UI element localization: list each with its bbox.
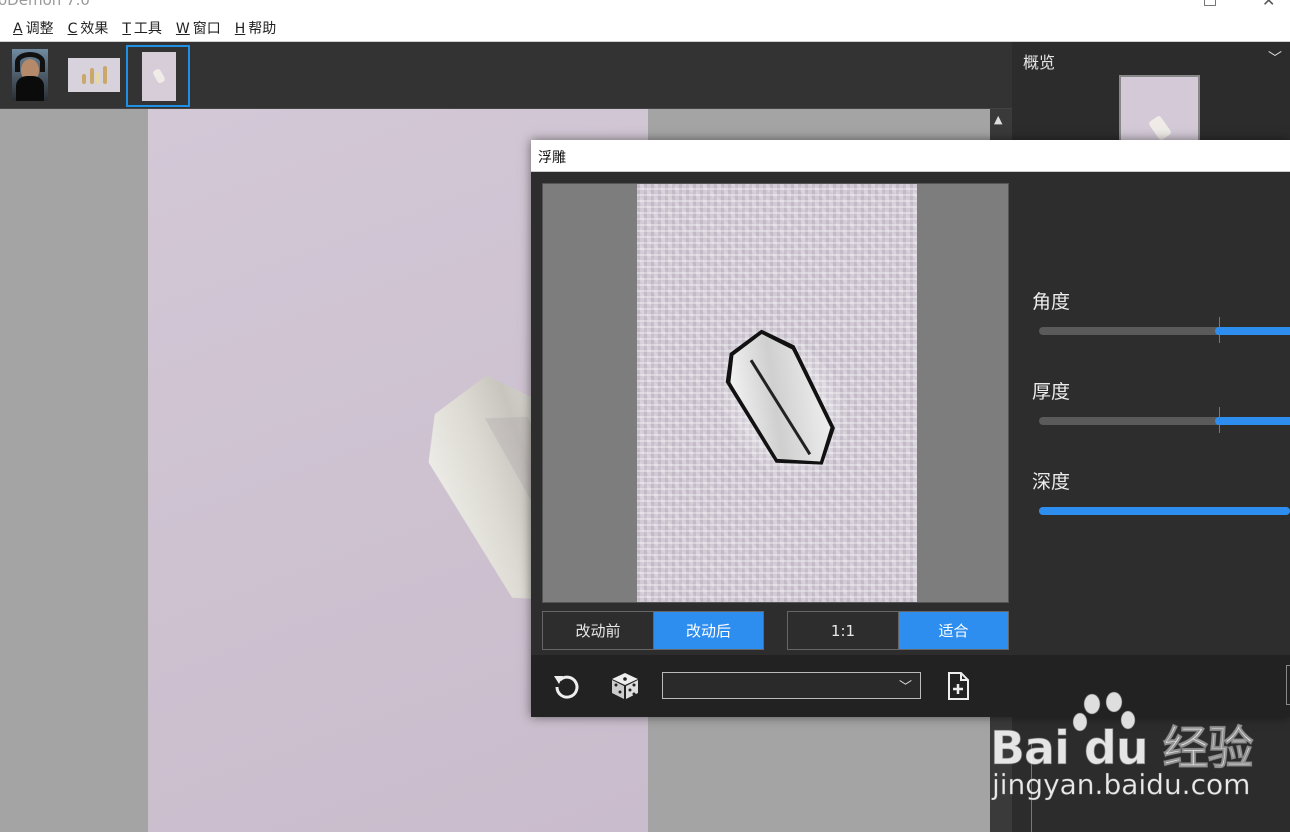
zoom-toggle: 1:1 适合 [787, 611, 1009, 650]
close-window-button[interactable]: ✕ [1262, 0, 1275, 10]
preset-dropdown[interactable]: ﹀ [662, 672, 921, 699]
overview-title: 概览 [1023, 53, 1056, 72]
thumbnail-shelf[interactable] [68, 58, 120, 92]
panel-divider [1031, 742, 1032, 832]
app-title: oDemon 7.0 [0, 0, 90, 9]
chevron-down-icon[interactable]: ﹀ [1268, 48, 1282, 68]
dialog-title: 浮雕 [538, 150, 566, 166]
overview-thumbnail[interactable] [1119, 75, 1200, 145]
before-button[interactable]: 改动前 [543, 612, 653, 649]
thumbnail-portrait[interactable] [12, 49, 48, 101]
emboss-dialog: 浮雕 改动前 改动后 1:1 适合 角度 厚度 深度 ﹀ [531, 140, 1290, 717]
thumbnail-crystal-selected[interactable] [126, 45, 190, 107]
menu-tools[interactable]: T 工具 [122, 18, 162, 38]
after-button[interactable]: 改动后 [653, 612, 763, 649]
angle-slider[interactable] [1039, 317, 1290, 343]
angle-slider-tick [1219, 317, 1220, 343]
zoom-fit-button[interactable]: 适合 [898, 612, 1008, 649]
thickness-slider-tick [1219, 407, 1220, 433]
before-after-toggle: 改动前 改动后 [542, 611, 764, 650]
menu-adjust[interactable]: A 调整 [13, 18, 54, 38]
reset-icon[interactable] [549, 669, 585, 703]
menu-help[interactable]: H 帮助 [235, 18, 277, 38]
thickness-slider-fill [1214, 417, 1290, 425]
menu-bar: A 调整 C 效果 T 工具 W 窗口 H 帮助 [0, 14, 1290, 42]
image-thumbnail-strip [0, 42, 1012, 109]
ok-button-partial[interactable] [1286, 665, 1290, 705]
thickness-slider[interactable] [1039, 407, 1290, 433]
new-file-icon[interactable] [940, 669, 976, 703]
depth-label: 深度 [1032, 471, 1071, 493]
title-bar: oDemon 7.0 ✕ [0, 0, 1290, 14]
dialog-toolbar: ﹀ [531, 655, 1290, 717]
depth-slider[interactable] [1039, 507, 1290, 515]
chevron-down-icon: ﹀ [898, 680, 912, 695]
angle-slider-fill [1214, 327, 1290, 335]
effect-preview[interactable] [542, 183, 1009, 603]
zoom-actual-button[interactable]: 1:1 [788, 612, 898, 649]
scroll-up-icon[interactable]: ▲ [994, 113, 1002, 126]
angle-label: 角度 [1032, 291, 1071, 313]
dialog-title-bar[interactable]: 浮雕 [531, 140, 1290, 172]
maximize-button[interactable] [1204, 0, 1216, 6]
menu-window[interactable]: W 窗口 [176, 18, 221, 38]
preview-image [637, 184, 917, 602]
thickness-label: 厚度 [1032, 381, 1071, 403]
menu-effects[interactable]: C 效果 [68, 18, 109, 38]
dice-icon[interactable] [607, 669, 643, 703]
depth-slider-fill [1039, 507, 1290, 515]
